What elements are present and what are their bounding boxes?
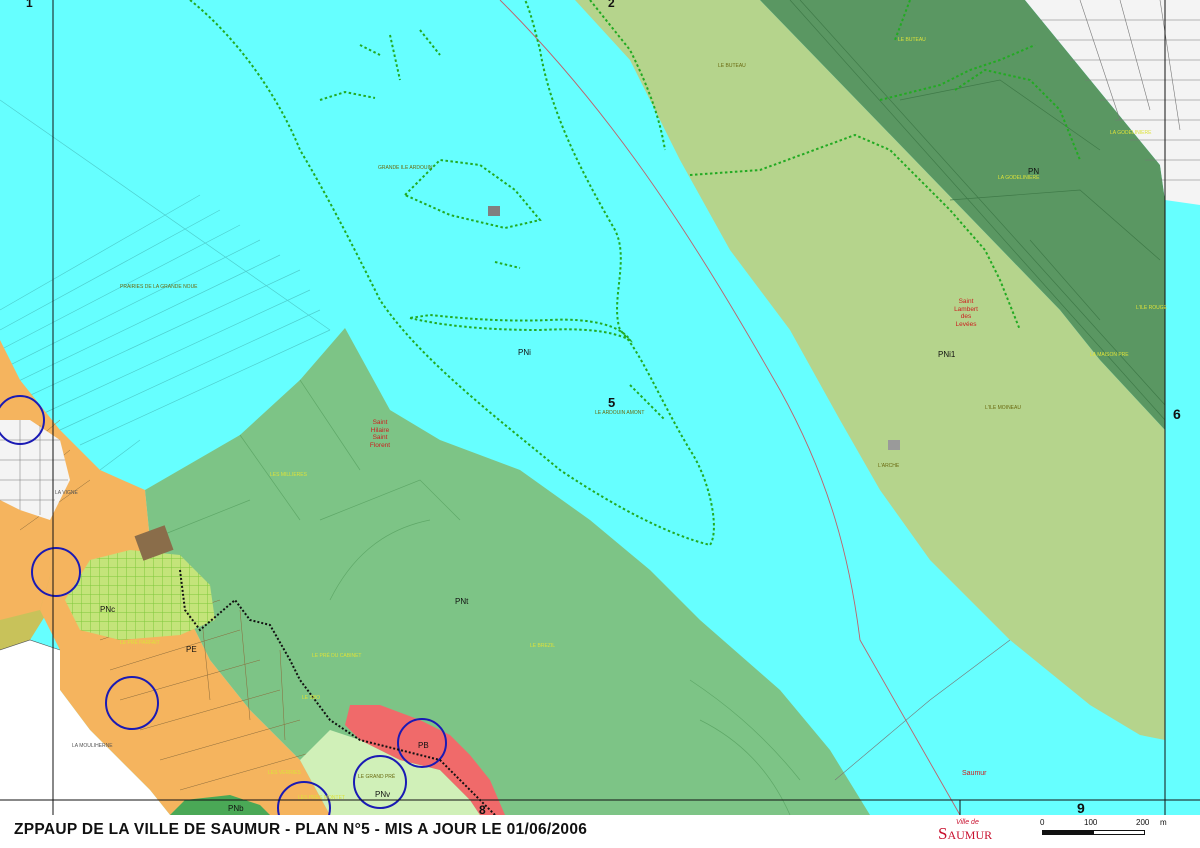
place-le-brezil: LE BREZIL bbox=[530, 643, 556, 649]
logo-main-text: Saumur bbox=[938, 824, 993, 843]
grid-label-9: 9 bbox=[1077, 800, 1085, 815]
scale-label-100: 100 bbox=[1084, 818, 1098, 827]
place-ardouin-amont: LE ARDOUIN AMONT bbox=[595, 410, 645, 416]
town-saint-lambert: Saint Lambert des Levées bbox=[946, 298, 986, 328]
map-title: ZPPAUP DE LA VILLE DE SAUMUR - PLAN N°5 … bbox=[14, 821, 588, 838]
place-millieres: LES MILLIERES bbox=[270, 472, 307, 478]
zone-code-pnc: PNc bbox=[100, 605, 116, 614]
grid-label-2: 2 bbox=[608, 0, 615, 10]
saumur-logo: Ville de Saumur bbox=[938, 818, 1028, 846]
scale-seg-2 bbox=[1093, 830, 1145, 835]
scale-label-200: 200 bbox=[1136, 818, 1150, 827]
zone-code-pnt: PNt bbox=[455, 597, 469, 606]
scale-label-0: 0 bbox=[1040, 818, 1045, 827]
town-line: Florent bbox=[369, 441, 391, 449]
place-ile-rouge: L'ILE ROUGE bbox=[1136, 305, 1167, 311]
place-le-sbo: LE SBO bbox=[302, 695, 321, 701]
place-mouliherne: LA MOULIHERNE bbox=[72, 743, 113, 749]
town-line: Levées bbox=[955, 320, 977, 328]
zone-code-pni: PNi bbox=[518, 348, 531, 357]
place-pre-cabinet: LE PRÉ DU CABINET bbox=[312, 653, 362, 659]
place-godeliniere-2: LA GODELINIERE bbox=[998, 175, 1040, 181]
map-canvas[interactable]: 1 2 6 9 8 5 PNi PNi1 PN PNt PNc PE PB PN… bbox=[0, 0, 1200, 815]
town-line: Saint bbox=[372, 434, 388, 441]
grid-label-8: 8 bbox=[479, 803, 486, 815]
scale-seg-1 bbox=[1042, 830, 1094, 835]
place-grande-ile: GRANDE ILE ARDOUIN bbox=[378, 165, 433, 171]
town-line: Lambert bbox=[954, 305, 978, 313]
town-saint-hilaire: Saint Hilaire Saint Florent bbox=[362, 419, 398, 449]
town-line: Saint bbox=[958, 298, 974, 305]
place-maison-pre: LA MAISON PRE bbox=[1090, 352, 1129, 358]
zone-code-pnv: PNv bbox=[375, 790, 391, 799]
place-le-buteau: LE BUTEAU bbox=[718, 63, 746, 69]
place-pre-parfait: LE PRÉ PARFAIT bbox=[120, 640, 160, 646]
place-vigne: LA VIGNE bbox=[55, 490, 78, 496]
labels-layer: 1 2 6 9 8 5 PNi PNi1 PN PNt PNc PE PB PN… bbox=[0, 0, 1200, 815]
zone-code-pe: PE bbox=[186, 645, 197, 654]
scale-bar: 0 100 200 m bbox=[1040, 818, 1190, 846]
town-line: des bbox=[960, 313, 972, 320]
place-prairies: PRAIRIES DE LA GRANDE NOUE bbox=[120, 284, 198, 290]
zone-code-pni1: PNi1 bbox=[938, 350, 956, 359]
parcel-number-5: 5 bbox=[608, 395, 616, 410]
scale-label-unit: m bbox=[1160, 818, 1167, 827]
zone-code-pnb: PNb bbox=[228, 804, 244, 813]
town-saumur: Saumur bbox=[962, 770, 987, 777]
place-grand-pre: LE GRAND PRÉ bbox=[358, 774, 396, 780]
town-line: Hilaire bbox=[370, 426, 390, 434]
place-pres-montet: LES PRÉS MONTET bbox=[298, 795, 345, 801]
place-ile-moineau: L'ILE MOINEAU bbox=[985, 405, 1021, 411]
map-footer: ZPPAUP DE LA VILLE DE SAUMUR - PLAN N°5 … bbox=[0, 815, 1200, 848]
zone-code-pb: PB bbox=[418, 741, 429, 750]
place-arche: L'ARCHE bbox=[878, 463, 900, 469]
grid-label-6: 6 bbox=[1173, 406, 1181, 422]
place-le-buteau-top: LE BUTEAU bbox=[898, 37, 926, 43]
place-les-verries: LES VERRIES bbox=[268, 770, 301, 776]
place-godeliniere: LA GODELINIERE bbox=[1110, 130, 1152, 136]
grid-label-1: 1 bbox=[26, 0, 33, 10]
town-line: Saint bbox=[372, 419, 388, 426]
